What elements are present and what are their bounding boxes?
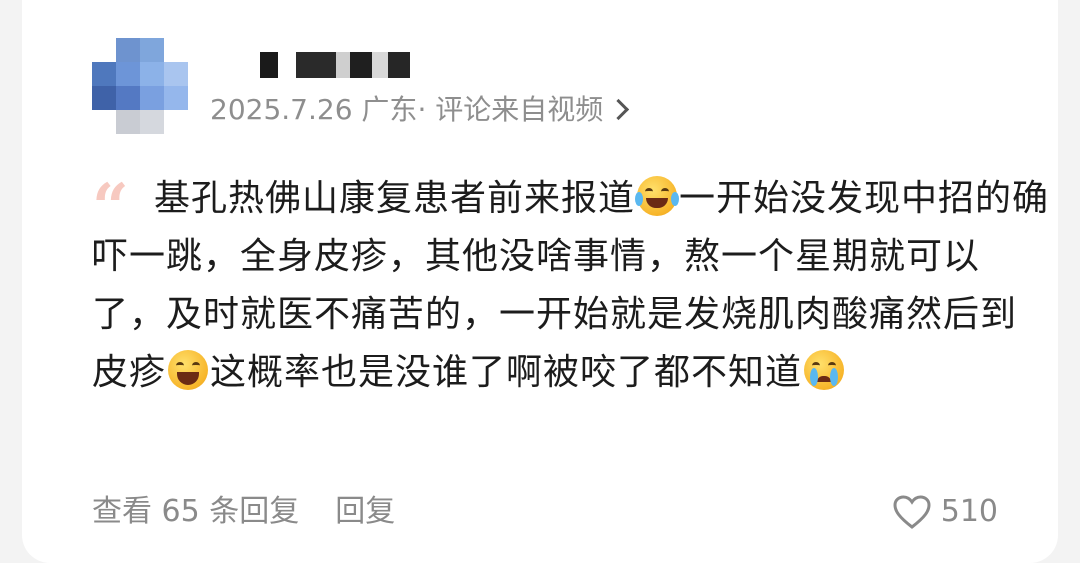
heart-icon <box>893 495 931 529</box>
comment-card: 2025.7.26 广东· 评论来自视频 “ 基孔热佛山康复患者前来报道 一开始没… <box>22 0 1058 563</box>
avatar[interactable] <box>92 38 188 134</box>
laughing-tears-emoji-icon <box>635 176 680 216</box>
comment-date: 2025.7.26 <box>210 93 353 126</box>
comment-meta[interactable]: 2025.7.26 广东· 评论来自视频 <box>210 90 630 130</box>
view-replies-button[interactable]: 查看 65 条回复 <box>92 494 299 529</box>
crying-emoji-icon <box>804 350 845 390</box>
username-redacted[interactable] <box>260 52 420 78</box>
comment-segment-3: 这概率也是没谁了啊被咬了都不知道 <box>210 352 803 393</box>
comment-text: 基孔热佛山康复患者前来报道 一开始没发现中招的确吓一跳，全身皮疹，其他没啥事情，熬… <box>92 170 1052 402</box>
like-count: 510 <box>940 494 998 529</box>
comment-footer: 查看 65 条回复 回复 <box>92 492 395 532</box>
comment-segment-1: 基孔热佛山康复患者前来报道 <box>154 178 636 219</box>
chevron-right-icon <box>608 98 630 121</box>
reply-button[interactable]: 回复 <box>335 494 395 529</box>
like-button[interactable]: 510 <box>893 492 998 532</box>
big-laugh-emoji-icon <box>168 350 209 390</box>
comment-source: · 评论来自视频 <box>417 93 604 126</box>
comment-location: 广东 <box>361 93 418 126</box>
